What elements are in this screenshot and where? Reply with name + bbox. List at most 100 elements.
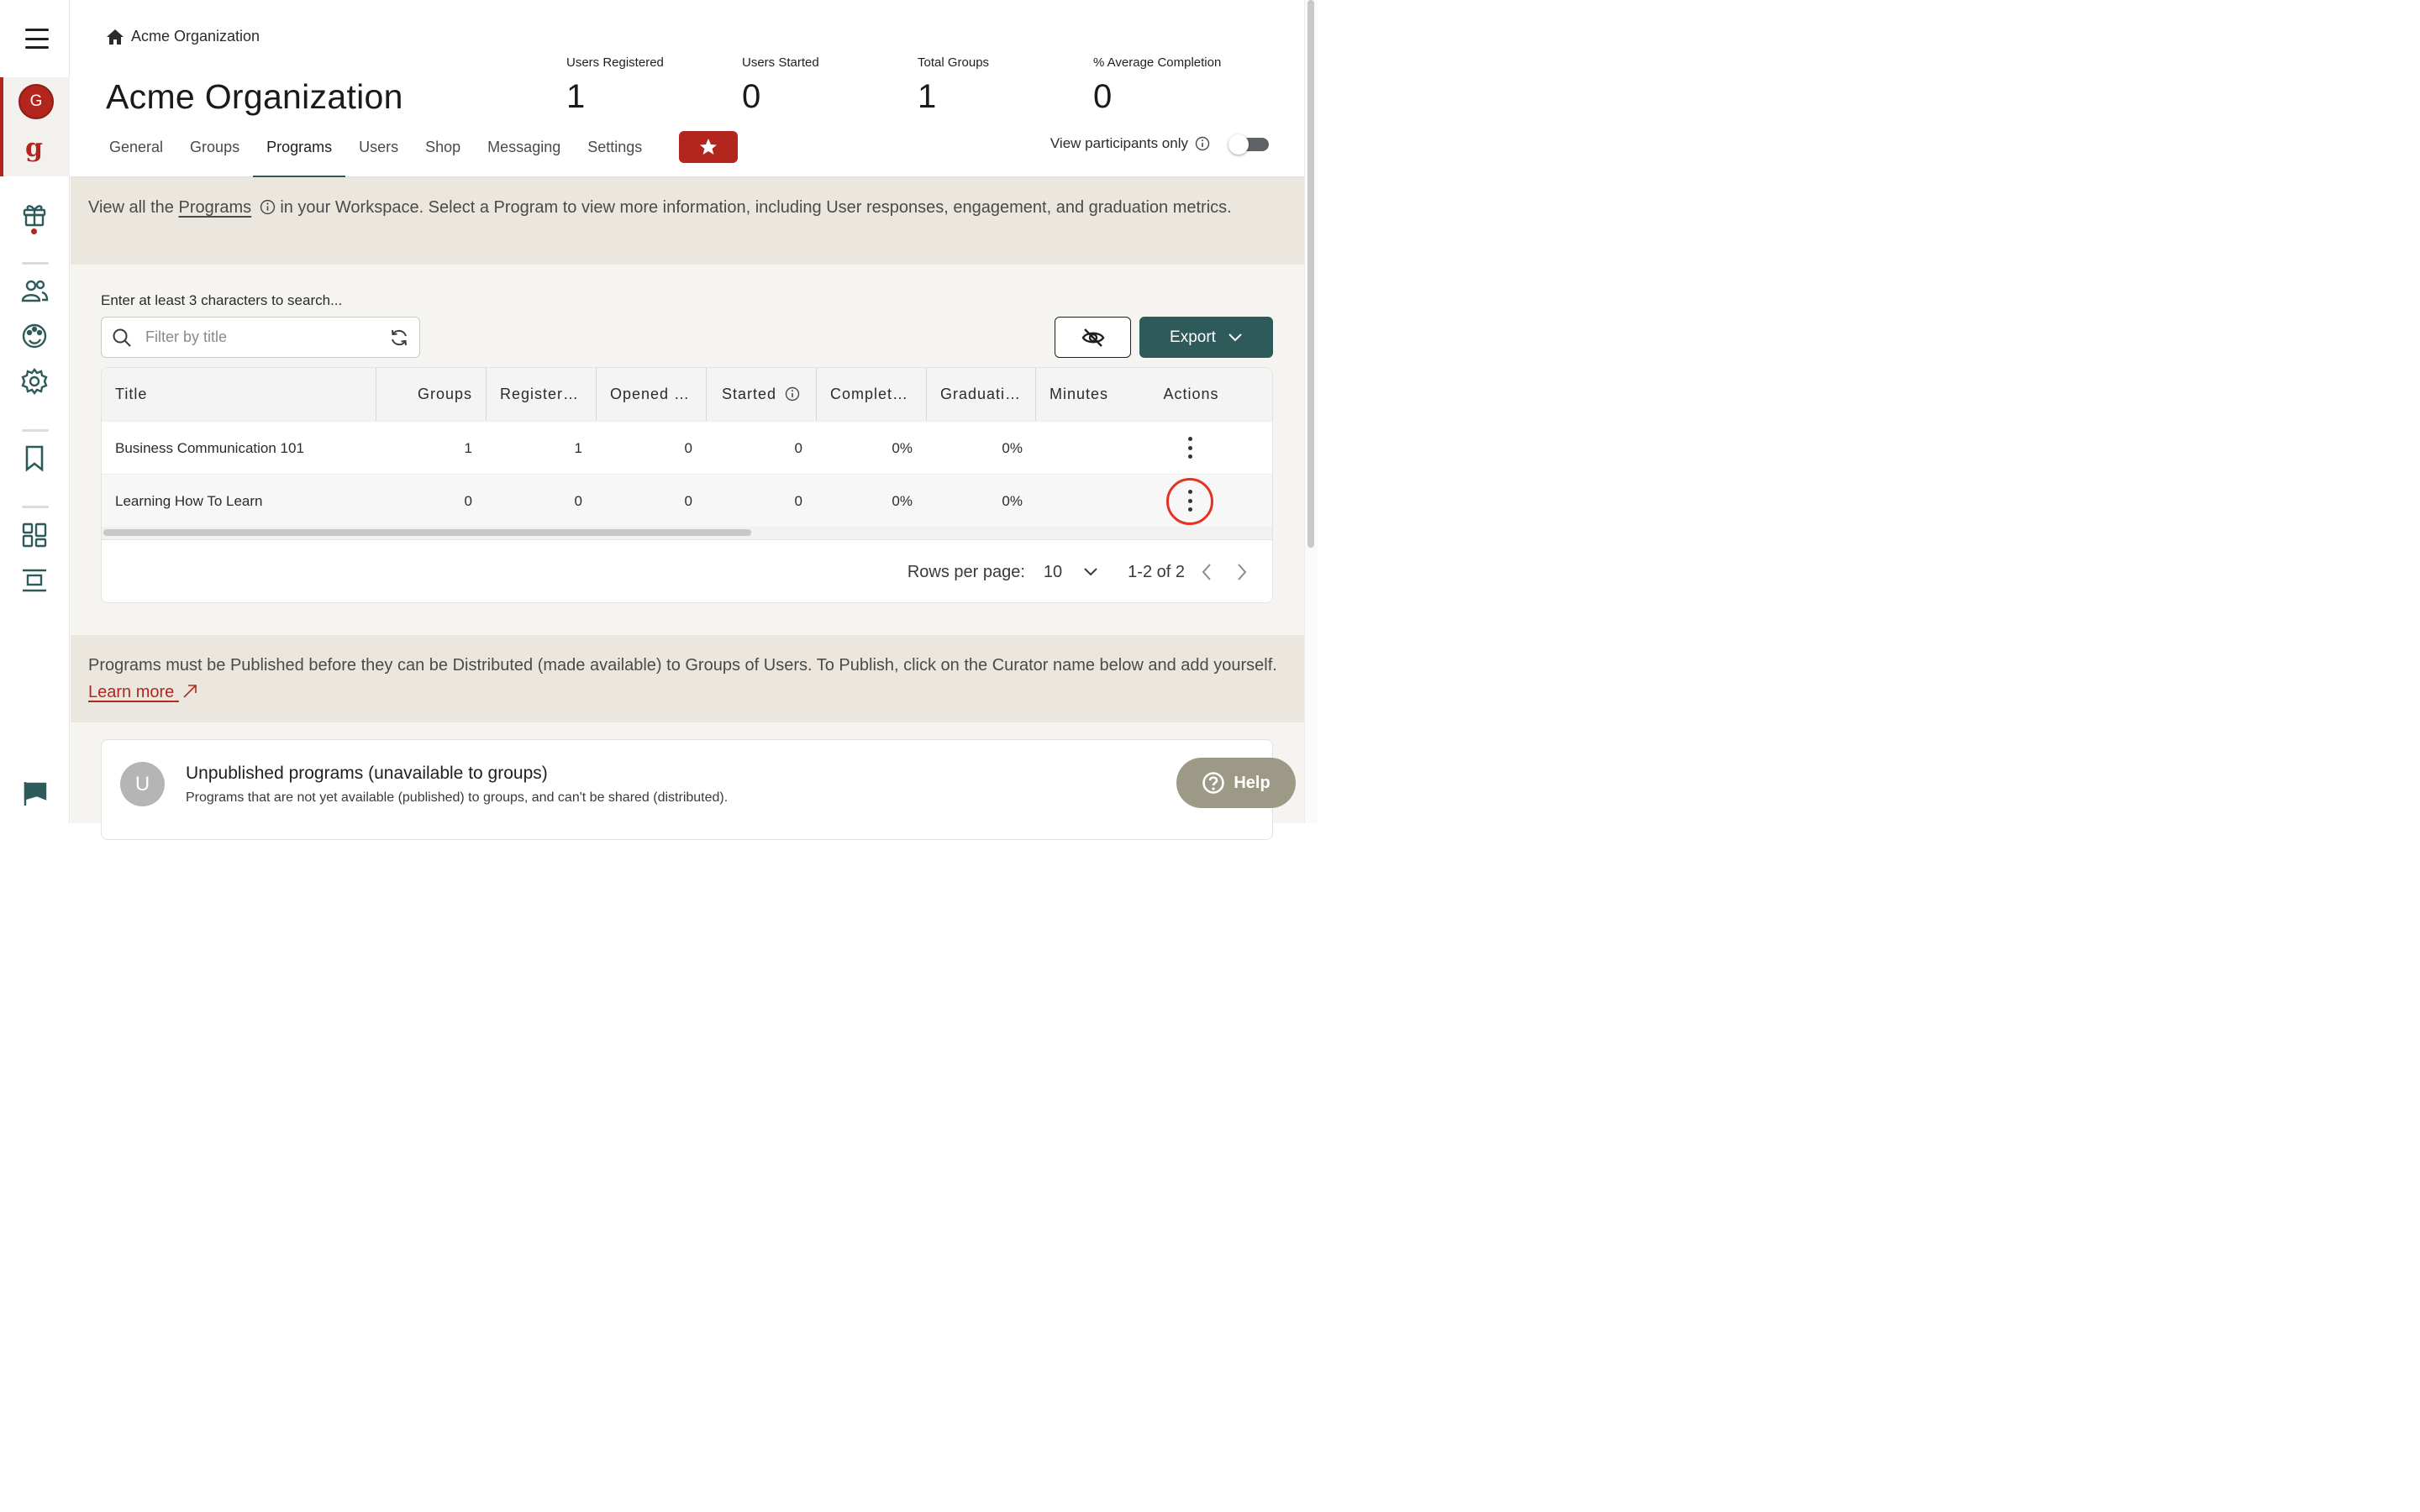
flag-icon[interactable] (20, 779, 49, 807)
cell-registered: 1 (574, 440, 582, 456)
col-groups[interactable]: Groups (376, 368, 486, 421)
breadcrumb[interactable]: Acme Organization (106, 28, 260, 45)
cell-started: 0 (794, 493, 802, 509)
home-icon[interactable] (106, 29, 124, 45)
org-avatar[interactable]: G (18, 84, 54, 119)
menu-icon[interactable] (25, 29, 49, 49)
info-icon[interactable] (260, 199, 276, 215)
search-placeholder[interactable]: Filter by title (145, 328, 389, 346)
cell-groups: 0 (464, 493, 472, 509)
cell-registered: 0 (574, 493, 582, 509)
rows-per-page-select[interactable]: 10 (1044, 563, 1097, 582)
external-link-icon[interactable] (182, 684, 197, 699)
stat-value: 1 (566, 78, 586, 115)
refresh-icon[interactable] (389, 328, 409, 348)
brand-logo[interactable]: g (25, 136, 43, 161)
table-row[interactable]: Learning How To Learn 0 0 0 0 0% 0% (102, 474, 1272, 528)
chevron-right-icon[interactable] (1237, 563, 1247, 581)
cell-completed: 0% (892, 440, 913, 456)
programs-table: Title Groups Register… Opened … Started … (101, 367, 1273, 603)
rows-per-page-value[interactable]: 10 (1044, 563, 1062, 582)
cell-groups: 1 (464, 440, 472, 456)
rail-divider (22, 506, 49, 508)
learn-more-link[interactable]: Learn more (88, 683, 197, 701)
col-actions: Actions (1163, 386, 1219, 402)
tab-messaging[interactable]: Messaging (474, 131, 574, 177)
stat-value: 0 (742, 78, 761, 115)
stat-total-groups: Total Groups 1 (918, 55, 989, 116)
export-label: Export (1170, 328, 1216, 346)
stat-label: Users Registered (566, 55, 664, 70)
stat-users-registered: Users Registered 1 (566, 55, 664, 116)
layout-icon[interactable] (20, 566, 49, 595)
pagination: Rows per page: 10 1-2 of 2 (907, 540, 1272, 602)
col-graduated[interactable]: Graduati… (926, 368, 1036, 421)
tab-users[interactable]: Users (345, 131, 412, 177)
horizontal-scrollbar[interactable] (103, 529, 751, 536)
info-icon[interactable] (1195, 136, 1210, 151)
gift-icon[interactable] (20, 200, 49, 228)
chevron-left-icon[interactable] (1202, 563, 1212, 581)
chevron-down-icon (1228, 333, 1242, 341)
help-icon (1202, 772, 1225, 794)
search-icon (113, 328, 131, 347)
unpublished-title[interactable]: Unpublished programs (unavailable to gro… (186, 764, 548, 784)
help-label: Help (1234, 773, 1270, 792)
dashboard-icon[interactable] (20, 521, 49, 549)
stat-average-completion: % Average Completion 0 (1093, 55, 1221, 116)
stat-value: 0 (1093, 78, 1113, 115)
stat-value: 1 (918, 78, 937, 115)
main-content: View all the Programs in your Workspace.… (71, 177, 1304, 840)
cell-graduated: 0% (1002, 493, 1023, 509)
org-switcher[interactable]: G g (0, 77, 70, 176)
tab-general[interactable]: General (96, 131, 176, 177)
col-minutes[interactable]: Minutes (1035, 368, 1108, 421)
unpublished-avatar: U (120, 762, 165, 806)
page-title: Acme Organization (106, 77, 403, 116)
cell-opened: 0 (684, 493, 692, 509)
col-title[interactable]: Title (115, 368, 367, 421)
palette-icon[interactable] (20, 322, 49, 350)
cell-completed: 0% (892, 493, 913, 509)
programs-link[interactable]: Programs (178, 198, 251, 217)
view-participants-switch[interactable] (1228, 134, 1269, 155)
help-button[interactable]: Help (1176, 758, 1296, 808)
rail-divider (22, 262, 49, 265)
users-icon[interactable] (20, 276, 49, 305)
col-opened[interactable]: Opened … (596, 368, 706, 421)
view-participants-label: View participants only (1050, 135, 1188, 151)
table-header: Title Groups Register… Opened … Started … (102, 368, 1272, 421)
tab-groups[interactable]: Groups (176, 131, 253, 177)
cell-title[interactable]: Business Communication 101 (115, 422, 304, 475)
rows-per-page-label: Rows per page: (907, 562, 1025, 581)
tab-settings[interactable]: Settings (574, 131, 655, 177)
info-icon[interactable] (785, 386, 800, 402)
intro-banner: View all the Programs in your Workspace.… (71, 177, 1304, 265)
unpublished-programs-card[interactable]: U Unpublished programs (unavailable to g… (101, 739, 1273, 840)
col-registered[interactable]: Register… (486, 368, 596, 421)
col-started[interactable]: Started (706, 368, 816, 421)
row-actions-menu-icon[interactable] (1187, 437, 1192, 459)
intro-prefix: View all the (88, 198, 179, 217)
tab-shop[interactable]: Shop (412, 131, 474, 177)
favorite-button[interactable] (679, 131, 738, 163)
learn-more-label[interactable]: Learn more (88, 683, 174, 701)
tab-programs[interactable]: Programs (253, 131, 346, 177)
switch-knob (1228, 134, 1249, 155)
export-button[interactable]: Export (1139, 317, 1273, 358)
page-range: 1-2 of 2 (1128, 562, 1185, 581)
vertical-scrollbar[interactable] (1307, 0, 1314, 548)
cell-title[interactable]: Learning How To Learn (115, 475, 262, 528)
toggle-columns-button[interactable] (1055, 317, 1131, 358)
search-input[interactable]: Filter by title (101, 317, 420, 358)
stat-label: % Average Completion (1093, 55, 1222, 70)
table-row[interactable]: Business Communication 101 1 1 0 0 0% 0% (102, 421, 1272, 475)
gear-icon[interactable] (20, 367, 49, 396)
highlight-ring (1166, 478, 1213, 525)
cell-minutes (1035, 475, 1108, 528)
stat-label: Total Groups (918, 55, 990, 70)
bookmark-icon[interactable] (20, 444, 49, 472)
chevron-down-icon[interactable] (1084, 568, 1097, 576)
col-completed[interactable]: Complet… (816, 368, 926, 421)
breadcrumb-label[interactable]: Acme Organization (131, 28, 260, 45)
